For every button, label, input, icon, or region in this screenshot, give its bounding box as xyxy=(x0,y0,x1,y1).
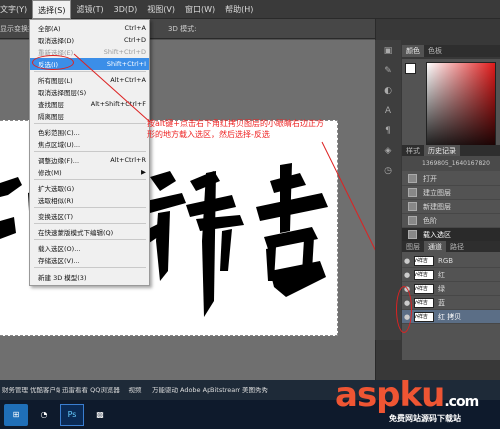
palette-icon[interactable]: ▣ xyxy=(381,46,395,60)
text-icon[interactable]: A xyxy=(381,106,395,120)
start-button[interactable]: ⊞ xyxy=(4,403,28,426)
history-icon[interactable]: ◷ xyxy=(381,166,395,180)
channel-row[interactable]: ● ሶ祥吉蓝 xyxy=(402,296,500,310)
history-item-label: 打开 xyxy=(423,174,437,183)
channel-thumbnail[interactable]: ሶ祥吉 xyxy=(414,311,434,322)
history-item[interactable]: 建立图层 xyxy=(402,186,500,200)
watermark-subtitle: 免费网站源码下载站 xyxy=(389,414,461,423)
channel-thumbnail[interactable]: ሶ祥吉 xyxy=(414,255,434,266)
site-watermark: aspku.com 免费网站源码下载站 xyxy=(335,375,500,429)
channel-row-active[interactable]: ● ሶ祥吉红 拷贝 xyxy=(402,310,500,324)
channel-thumbnail[interactable]: ሶ祥吉 xyxy=(414,297,434,308)
history-item-active[interactable]: 载入选区 xyxy=(402,228,500,242)
history-item-label: 新建图层 xyxy=(423,202,451,211)
channels-panel: ● ሶ祥吉 RGB ● ሶ祥吉红 ● ሶ祥吉绿 ● ሶ祥吉蓝 ● ሶ祥吉红 拷贝 xyxy=(402,252,500,360)
eye-icon[interactable]: ● xyxy=(402,271,412,279)
history-item[interactable]: 新建图层 xyxy=(402,200,500,214)
history-step-icon xyxy=(408,216,417,225)
photoshop-icon[interactable]: Ps xyxy=(60,403,84,426)
desktop-shortcut[interactable]: 迅雷看看 xyxy=(60,387,90,394)
channel-thumbnail[interactable]: ሶ祥吉 xyxy=(414,283,434,294)
desktop-shortcut[interactable]: 优酷客户端 xyxy=(30,387,60,394)
adjust-icon[interactable]: ◐ xyxy=(381,86,395,100)
color-spectrum[interactable] xyxy=(426,62,496,158)
channel-name: 红 拷贝 xyxy=(438,312,462,321)
channel-name: 绿 xyxy=(438,284,445,293)
history-item-label: 色阶 xyxy=(423,216,437,225)
desktop-shortcut[interactable]: Bitstream Font Nav... xyxy=(210,387,240,394)
tab-color[interactable]: 颜色 xyxy=(402,45,424,57)
history-item-label: 建立图层 xyxy=(423,188,451,197)
channel-name: 红 xyxy=(438,270,445,279)
browser-icon[interactable]: ◔ xyxy=(32,404,56,426)
desktop-shortcut[interactable]: 万能驱动 xyxy=(150,387,180,394)
history-item[interactable]: 打开 xyxy=(402,172,500,186)
history-panel: 1369805_1640167820 打开 建立图层 新建图层 色阶 载入选区 xyxy=(402,156,500,254)
channel-thumbnail[interactable]: ሶ祥吉 xyxy=(414,269,434,280)
history-step-icon xyxy=(408,202,417,211)
layer-thumb-highlight-circle xyxy=(396,286,412,333)
layers-icon[interactable]: ◈ xyxy=(381,146,395,160)
desktop-shortcut[interactable]: QQ浏览器 xyxy=(90,387,120,394)
tab-swatches[interactable]: 色板 xyxy=(424,45,446,57)
app-icon[interactable]: ▩ xyxy=(88,404,112,426)
arrow-to-inverse xyxy=(73,53,151,123)
history-step-icon xyxy=(408,230,417,239)
brush-icon[interactable]: ✎ xyxy=(381,66,395,80)
watermark-tld: .com xyxy=(444,394,479,410)
desktop-shortcut[interactable]: 视频 xyxy=(120,387,150,394)
history-snapshot[interactable]: 1369805_1640167820 xyxy=(402,156,500,171)
eye-icon[interactable]: ● xyxy=(402,257,412,265)
history-item-label: 载入选区 xyxy=(423,230,451,239)
history-step-icon xyxy=(408,188,417,197)
history-step-icon xyxy=(408,174,417,183)
history-item[interactable]: 色阶 xyxy=(402,214,500,228)
channel-row[interactable]: ● ሶ祥吉 RGB xyxy=(402,254,500,268)
foreground-swatch[interactable] xyxy=(405,63,416,74)
channel-name: 蓝 xyxy=(438,298,445,307)
paragraph-icon[interactable]: ¶ xyxy=(381,126,395,140)
channel-name: RGB xyxy=(438,256,454,265)
channel-row[interactable]: ● ሶ祥吉绿 xyxy=(402,282,500,296)
channel-row[interactable]: ● ሶ祥吉红 xyxy=(402,268,500,282)
color-panel-tabs: 颜色 色板 xyxy=(402,45,500,57)
desktop-shortcut[interactable]: 财务管理 xyxy=(0,387,30,394)
desktop-shortcut[interactable]: 美图秀秀 xyxy=(240,387,270,394)
desktop-shortcut[interactable]: Adobe Applic... xyxy=(180,387,210,394)
watermark-logo-text: aspku xyxy=(335,375,445,415)
watermark-logo: aspku.com xyxy=(335,375,479,415)
